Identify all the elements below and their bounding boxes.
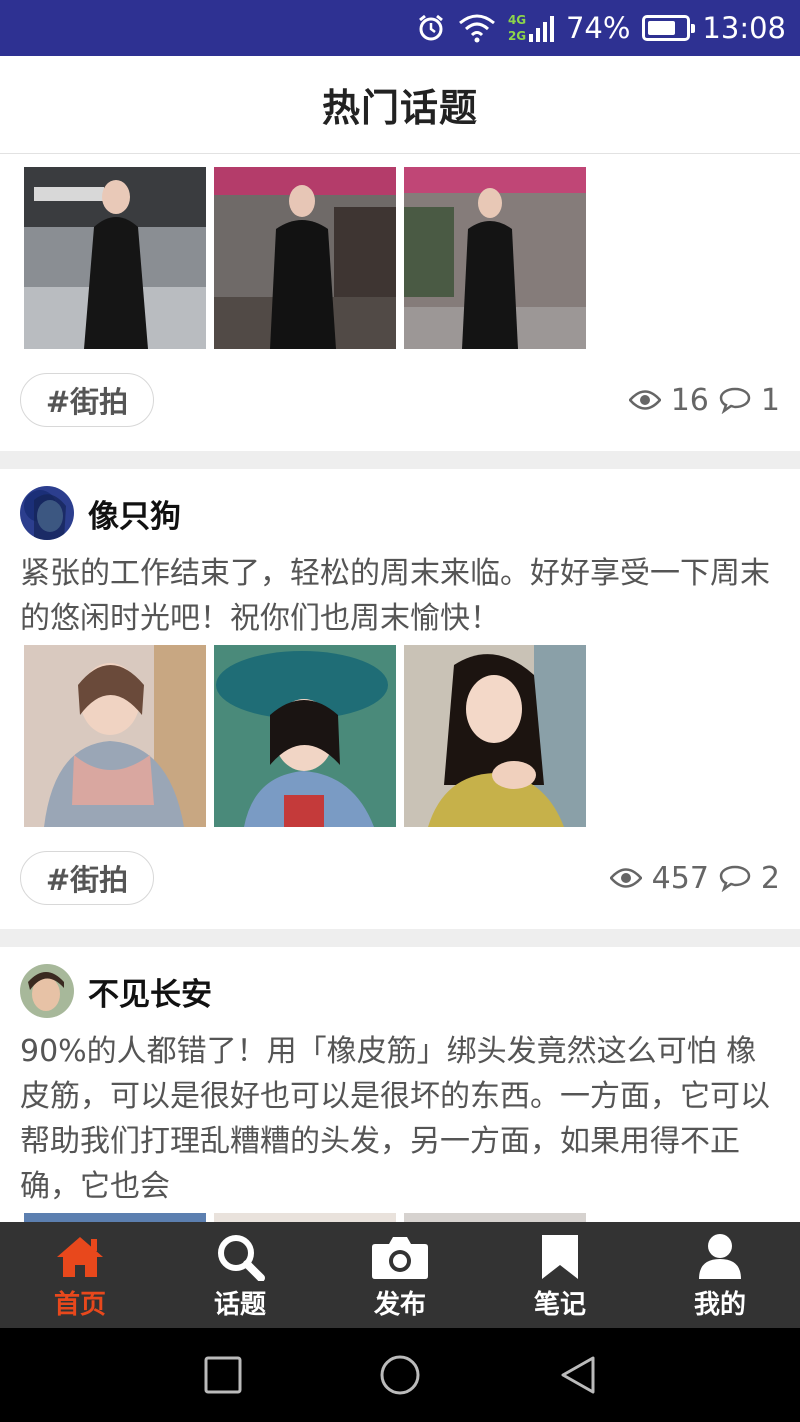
comment-count: 2	[760, 860, 780, 896]
topic-tag[interactable]: #街拍	[20, 373, 154, 427]
app-header: 热门话题	[0, 56, 800, 154]
tab-label: 我的	[693, 1290, 746, 1320]
post-author[interactable]: 像只狗	[20, 469, 780, 557]
post-image[interactable]	[404, 645, 586, 827]
comment-icon	[719, 387, 751, 414]
post-card[interactable]: 像只狗 紧张的工作结束了，轻松的周末来临。好好享受一下周末的悠闲时光吧！祝你们也…	[0, 469, 800, 929]
tab-label: 笔记	[533, 1290, 586, 1320]
network-type-top: 4G	[507, 13, 527, 27]
post-image[interactable]	[24, 1213, 206, 1222]
tab-publish[interactable]: 发布	[320, 1222, 480, 1328]
tab-notes[interactable]: 笔记	[480, 1222, 640, 1328]
topic-feed[interactable]: #街拍 16 1 像只狗 紧张的工作结束了，轻松的周末来临。好好享受一下周末的悠…	[0, 155, 800, 1222]
post-author[interactable]: 不见长安	[20, 947, 780, 1035]
status-bar: 4G 2G 74% 13:08	[0, 0, 800, 56]
post-stats: 457 2	[609, 860, 780, 896]
tab-label: 发布	[373, 1290, 426, 1320]
bookmark-icon	[542, 1235, 578, 1279]
post-text: 紧张的工作结束了，轻松的周末来临。好好享受一下周末的悠闲时光吧！祝你们也周末愉快…	[20, 556, 770, 636]
topic-tag[interactable]: #街拍	[20, 851, 154, 905]
battery-percent: 74%	[565, 11, 631, 45]
post-image[interactable]	[24, 167, 206, 349]
avatar[interactable]	[20, 486, 74, 540]
clock: 13:08	[702, 11, 786, 45]
tab-label: 首页	[53, 1290, 106, 1320]
bottom-tab-bar: 首页 话题 发布 笔记 我的	[0, 1222, 800, 1328]
alarm-icon	[419, 14, 443, 41]
recent-apps-button[interactable]	[202, 1354, 244, 1396]
username[interactable]: 像只狗	[88, 491, 181, 536]
tab-profile[interactable]: 我的	[640, 1222, 800, 1328]
cellular-signal-icon: 4G 2G	[508, 8, 554, 48]
post-card[interactable]: 不见长安 90%的人都错了！用「橡皮筋」绑头发竟然这么可怕 橡皮筋，可以是很好也…	[0, 947, 800, 1222]
post-images	[20, 645, 780, 827]
eye-icon	[609, 868, 642, 888]
tab-topics[interactable]: 话题	[160, 1222, 320, 1328]
network-type-bottom: 2G	[507, 29, 527, 43]
post-image[interactable]	[214, 167, 396, 349]
camera-icon	[372, 1237, 428, 1279]
tab-home[interactable]: 首页	[0, 1222, 160, 1328]
comment-count: 1	[760, 382, 780, 418]
view-count: 16	[670, 382, 709, 418]
wifi-icon	[459, 14, 495, 43]
tab-label: 话题	[213, 1290, 266, 1320]
post-card[interactable]: #街拍 16 1	[0, 155, 800, 451]
back-button[interactable]	[557, 1354, 599, 1396]
home-button[interactable]	[379, 1354, 421, 1396]
user-icon	[699, 1234, 741, 1279]
view-count: 457	[651, 860, 709, 896]
comment-icon	[719, 865, 751, 892]
post-meta: #街拍 457 2	[20, 827, 780, 929]
post-meta: #街拍 16 1	[20, 349, 780, 451]
battery-icon	[642, 15, 696, 41]
search-icon	[218, 1235, 265, 1281]
page-title: 热门话题	[321, 86, 478, 130]
system-nav-bar	[0, 1328, 800, 1422]
avatar[interactable]	[20, 964, 74, 1018]
post-image[interactable]	[214, 1213, 396, 1222]
post-text: 90%的人都错了！用「橡皮筋」绑头发竟然这么可怕 橡皮筋，可以是很好也可以是很坏…	[20, 1034, 770, 1204]
post-image[interactable]	[404, 1213, 586, 1222]
post-images	[20, 1213, 780, 1222]
post-image[interactable]	[24, 645, 206, 827]
username[interactable]: 不见长安	[88, 969, 212, 1014]
post-images	[20, 167, 780, 349]
home-icon	[57, 1237, 103, 1277]
eye-icon	[628, 390, 661, 410]
post-image[interactable]	[404, 167, 586, 349]
post-image[interactable]	[214, 645, 396, 827]
post-stats: 16 1	[628, 382, 780, 418]
